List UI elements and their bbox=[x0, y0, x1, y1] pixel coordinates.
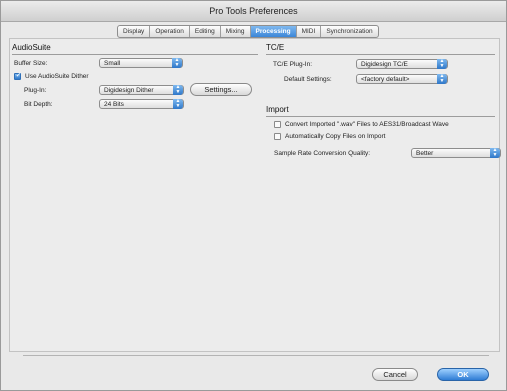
tce-plugin-label: TC/E Plug-In: bbox=[273, 61, 313, 68]
tab-midi[interactable]: MIDI bbox=[297, 26, 322, 37]
tab-editing[interactable]: Editing bbox=[190, 26, 221, 37]
processing-panel: AudioSuite Buffer Size: Small ▲ ▼ ✓ Use A… bbox=[9, 38, 501, 352]
footer-divider bbox=[23, 355, 489, 356]
tab-processing[interactable]: Processing bbox=[250, 26, 297, 37]
tce-default-popup[interactable]: <factory default> ▲ ▼ bbox=[356, 74, 448, 84]
updown-arrows-icon: ▲ ▼ bbox=[173, 85, 183, 95]
preferences-tab-bar: Display Operation Editing Mixing Process… bbox=[117, 25, 379, 38]
tce-rule bbox=[266, 54, 495, 55]
bit-depth-value: 24 Bits bbox=[104, 101, 124, 108]
use-dither-checkbox[interactable]: ✓ bbox=[14, 72, 22, 80]
use-dither-label: Use AudioSuite Dither bbox=[25, 73, 89, 80]
tab-synchronization[interactable]: Synchronization bbox=[321, 26, 377, 37]
checkmark-icon: ✓ bbox=[15, 72, 22, 79]
ok-button[interactable]: OK bbox=[437, 368, 489, 381]
tce-title: TC/E bbox=[266, 43, 285, 52]
src-quality-value: Better bbox=[416, 150, 434, 157]
auto-copy-checkbox[interactable] bbox=[274, 133, 281, 140]
dither-plugin-value: Digidesign Dither bbox=[104, 87, 154, 94]
tce-plugin-popup[interactable]: Digidesign TC/E ▲ ▼ bbox=[356, 59, 448, 69]
import-rule bbox=[266, 116, 495, 117]
tce-plugin-value: Digidesign TC/E bbox=[361, 61, 408, 68]
tce-default-label: Default Settings: bbox=[284, 76, 332, 83]
tab-operation[interactable]: Operation bbox=[150, 26, 190, 37]
tab-display[interactable]: Display bbox=[118, 26, 151, 37]
updown-arrows-icon: ▲ ▼ bbox=[172, 58, 182, 68]
window-title: Pro Tools Preferences bbox=[1, 1, 506, 22]
tab-mixing[interactable]: Mixing bbox=[221, 26, 251, 37]
buffer-size-popup[interactable]: Small ▲ ▼ bbox=[99, 58, 183, 68]
audiosuite-rule bbox=[12, 54, 258, 55]
src-quality-popup[interactable]: Better ▲ ▼ bbox=[411, 148, 501, 158]
bit-depth-popup[interactable]: 24 Bits ▲ ▼ bbox=[99, 99, 184, 109]
audiosuite-title: AudioSuite bbox=[12, 43, 51, 52]
updown-arrows-icon: ▲ ▼ bbox=[490, 148, 500, 158]
updown-arrows-icon: ▲ ▼ bbox=[173, 99, 183, 109]
updown-arrows-icon: ▲ ▼ bbox=[437, 74, 447, 84]
dither-settings-button[interactable]: Settings... bbox=[190, 83, 252, 96]
cancel-button[interactable]: Cancel bbox=[372, 368, 418, 381]
buffer-size-label: Buffer Size: bbox=[14, 60, 48, 67]
updown-arrows-icon: ▲ ▼ bbox=[437, 59, 447, 69]
import-title: Import bbox=[266, 105, 289, 114]
plugin-label: Plug-In: bbox=[24, 87, 47, 94]
auto-copy-label: Automatically Copy Files on Import bbox=[285, 133, 386, 140]
src-quality-label: Sample Rate Conversion Quality: bbox=[274, 150, 371, 157]
dither-plugin-popup[interactable]: Digidesign Dither ▲ ▼ bbox=[99, 85, 184, 95]
buffer-size-value: Small bbox=[104, 60, 121, 67]
preferences-window: Pro Tools Preferences Display Operation … bbox=[0, 0, 507, 391]
convert-wav-label: Convert Imported ".wav" Files to AES31/B… bbox=[285, 121, 449, 128]
bit-depth-label: Bit Depth: bbox=[24, 101, 53, 108]
tce-default-value: <factory default> bbox=[361, 76, 410, 83]
convert-wav-checkbox[interactable] bbox=[274, 121, 281, 128]
